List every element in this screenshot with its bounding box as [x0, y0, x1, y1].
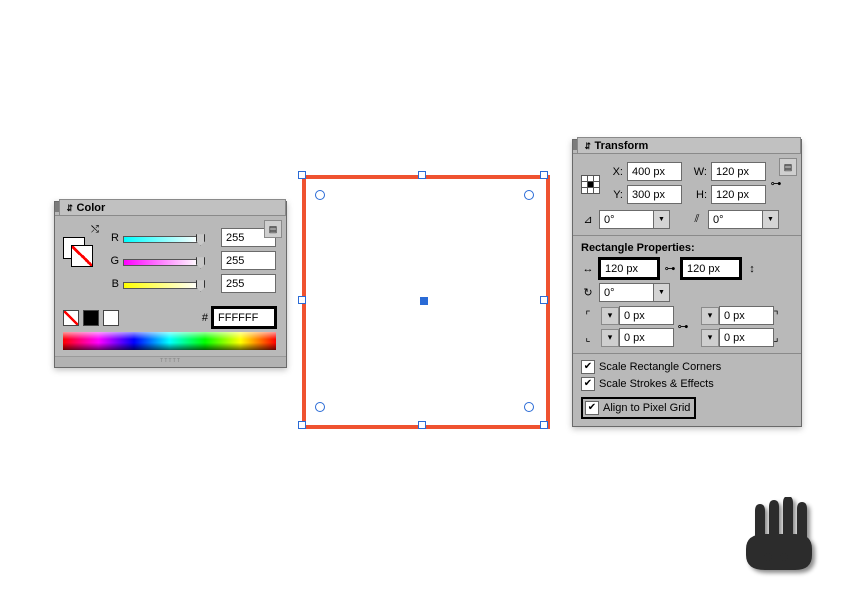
selection-handle[interactable]: [298, 171, 306, 179]
transform-tab[interactable]: Transform: [577, 137, 801, 154]
corner-tr-icon: ⌝: [769, 309, 783, 323]
scale-corners-checkbox[interactable]: ✔ Scale Rectangle Corners: [581, 360, 791, 374]
hex-prefix: #: [202, 312, 208, 324]
corner-tl-icon: ⌜: [581, 309, 595, 323]
tab-label: Color: [77, 202, 106, 214]
r-label: R: [105, 232, 119, 244]
color-panel: ◂◂ × Color ▤ ⤭ R 255: [54, 201, 287, 368]
hex-input[interactable]: FFFFFF: [212, 307, 276, 328]
black-swatch[interactable]: [83, 310, 99, 326]
rect-height-input[interactable]: 120 px: [681, 258, 741, 279]
b-value-input[interactable]: 255: [221, 274, 276, 293]
constrain-rect-wh-icon[interactable]: ⊶: [663, 262, 677, 276]
corner-type-bl[interactable]: ▾: [601, 329, 619, 347]
g-label: G: [105, 255, 119, 267]
color-panel-body: ▤ ⤭ R 255 G: [55, 215, 286, 356]
scale-strokes-checkbox[interactable]: ✔ Scale Strokes & Effects: [581, 377, 791, 391]
align-pixel-grid-label: Align to Pixel Grid: [603, 402, 690, 414]
w-input[interactable]: 120 px: [711, 162, 766, 181]
h-label: H:: [685, 189, 707, 201]
r-channel-row: R 255: [105, 228, 276, 247]
corner-widget[interactable]: [315, 190, 325, 200]
shear-icon: ⫽: [690, 213, 704, 227]
rect-rotate-dropdown-arrow[interactable]: ▼: [654, 283, 670, 302]
rotate-icon: ⊿: [581, 213, 595, 227]
b-slider[interactable]: [123, 279, 217, 289]
expand-icon: [66, 202, 74, 214]
white-swatch[interactable]: [103, 310, 119, 326]
transform-panel-body: ▤ X: 400 px W: 120 px ⊶ Y: 300 px H: 120…: [573, 153, 801, 426]
y-label: Y:: [607, 189, 623, 201]
corner-bl-icon: ⌞: [581, 331, 595, 345]
rect-rotate-input[interactable]: 0°: [599, 283, 654, 302]
selection-handle[interactable]: [540, 296, 548, 304]
corner-type-tl[interactable]: ▾: [601, 307, 619, 325]
selection-handle-center[interactable]: [420, 297, 428, 305]
rect-rotate-icon: ↻: [581, 286, 595, 300]
b-channel-row: B 255: [105, 274, 276, 293]
link-corners-icon[interactable]: ⊶: [676, 320, 690, 334]
selection-handle[interactable]: [540, 171, 548, 179]
watermark-logo: [732, 497, 822, 580]
g-channel-row: G 255: [105, 251, 276, 270]
corner-type-br[interactable]: ▾: [701, 329, 719, 347]
swap-fill-stroke-icon[interactable]: ⤭: [63, 224, 99, 235]
corner-bl-input[interactable]: 0 px: [619, 328, 674, 347]
none-swatch[interactable]: [63, 310, 79, 326]
corner-type-tr[interactable]: ▾: [701, 307, 719, 325]
corner-widget[interactable]: [315, 402, 325, 412]
rect-height-icon: ↕: [745, 262, 759, 276]
g-value-input[interactable]: 255: [221, 251, 276, 270]
rotate-input[interactable]: 0°: [599, 210, 654, 229]
corner-tl-input[interactable]: 0 px: [619, 306, 674, 325]
rect-props-heading: Rectangle Properties:: [581, 242, 791, 254]
fill-stroke-swatch[interactable]: [63, 237, 93, 267]
rotate-dropdown-arrow[interactable]: ▼: [654, 210, 670, 229]
color-tab[interactable]: Color: [59, 199, 286, 216]
x-input[interactable]: 400 px: [627, 162, 682, 181]
b-label: B: [105, 278, 119, 290]
scale-strokes-label: Scale Strokes & Effects: [599, 378, 714, 390]
transform-panel: ◂◂ × Transform ▤ X: 400 px W: 120 px ⊶ Y…: [572, 139, 802, 427]
selection-handle[interactable]: [418, 421, 426, 429]
corner-br-icon: ⌟: [769, 331, 783, 345]
x-label: X:: [607, 166, 623, 178]
corner-br-input[interactable]: 0 px: [719, 328, 774, 347]
g-slider[interactable]: [123, 256, 217, 266]
h-input[interactable]: 120 px: [711, 185, 766, 204]
r-slider[interactable]: [123, 233, 217, 243]
w-label: W:: [685, 166, 707, 178]
shear-input[interactable]: 0°: [708, 210, 763, 229]
reference-point-selector[interactable]: [581, 175, 603, 192]
expand-icon: [584, 140, 592, 152]
constrain-wh-icon[interactable]: ⊶: [769, 176, 783, 190]
panel-resize-grip[interactable]: ттттт: [55, 356, 286, 367]
panel-menu-icon[interactable]: ▤: [264, 220, 282, 238]
selection-handle[interactable]: [298, 296, 306, 304]
color-spectrum[interactable]: [63, 332, 276, 350]
y-input[interactable]: 300 px: [627, 185, 682, 204]
panel-menu-icon[interactable]: ▤: [779, 158, 797, 176]
rect-width-input[interactable]: 120 px: [599, 258, 659, 279]
selection-handle[interactable]: [298, 421, 306, 429]
selection-handle[interactable]: [540, 421, 548, 429]
align-pixel-grid-checkbox[interactable]: ✔ Align to Pixel Grid: [581, 397, 696, 419]
shear-dropdown-arrow[interactable]: ▼: [763, 210, 779, 229]
corner-tr-input[interactable]: 0 px: [719, 306, 774, 325]
corner-widget[interactable]: [524, 402, 534, 412]
scale-corners-label: Scale Rectangle Corners: [599, 361, 721, 373]
corner-widget[interactable]: [524, 190, 534, 200]
selection-handle[interactable]: [418, 171, 426, 179]
rect-width-icon: ↔: [581, 262, 595, 276]
tab-label: Transform: [595, 140, 649, 152]
